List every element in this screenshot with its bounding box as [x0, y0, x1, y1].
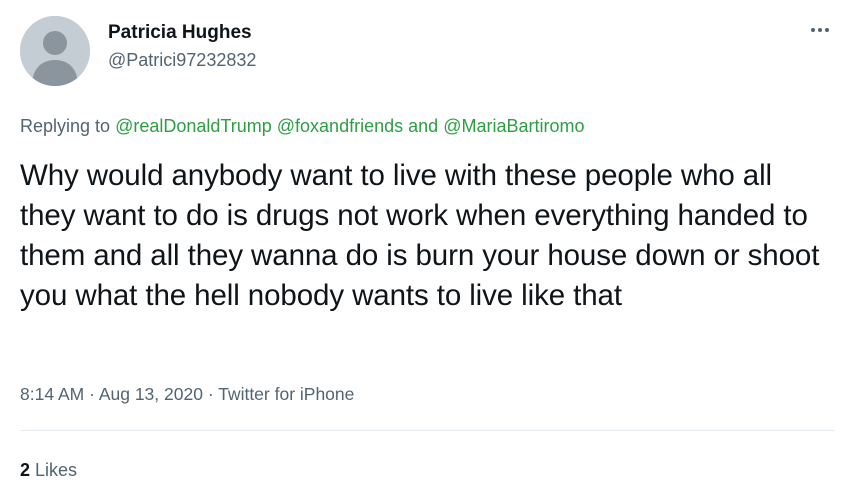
avatar[interactable]: [20, 16, 90, 86]
tweet-date-link[interactable]: Aug 13, 2020: [99, 384, 203, 404]
mention-link-realdonaldtrump[interactable]: @realDonaldTrump: [115, 116, 272, 136]
tweet-text: Why would anybody want to live with thes…: [20, 159, 820, 312]
divider: [20, 430, 835, 431]
meta-separator: ·: [89, 384, 95, 404]
tweet-source-link[interactable]: Twitter for iPhone: [218, 384, 354, 404]
mention-link-mariabartiromo[interactable]: @MariaBartiromo: [443, 116, 584, 136]
user-display-name[interactable]: Patricia Hughes: [108, 22, 252, 44]
replying-conjunction: and: [408, 116, 439, 136]
more-dot-icon: [818, 28, 822, 32]
more-dot-icon: [811, 28, 815, 32]
meta-separator: ·: [207, 384, 214, 404]
tweet-time-link[interactable]: 8:14 AM: [20, 384, 84, 404]
likes-link[interactable]: 2 Likes: [20, 460, 77, 481]
replying-to-label: Replying to: [20, 116, 111, 136]
more-dot-icon: [825, 28, 829, 32]
likes-count: 2: [20, 460, 31, 480]
replying-to-line: Replying to @realDonaldTrump @foxandfrie…: [20, 116, 585, 137]
default-avatar-icon: [20, 16, 90, 86]
tweet-meta: 8:14 AM · Aug 13, 2020 · Twitter for iPh…: [20, 384, 354, 405]
more-options-button[interactable]: [803, 18, 837, 42]
user-handle[interactable]: @Patrici97232832: [108, 50, 256, 71]
likes-label: Likes: [35, 460, 78, 480]
mention-link-foxandfriends[interactable]: @foxandfriends: [277, 116, 403, 136]
